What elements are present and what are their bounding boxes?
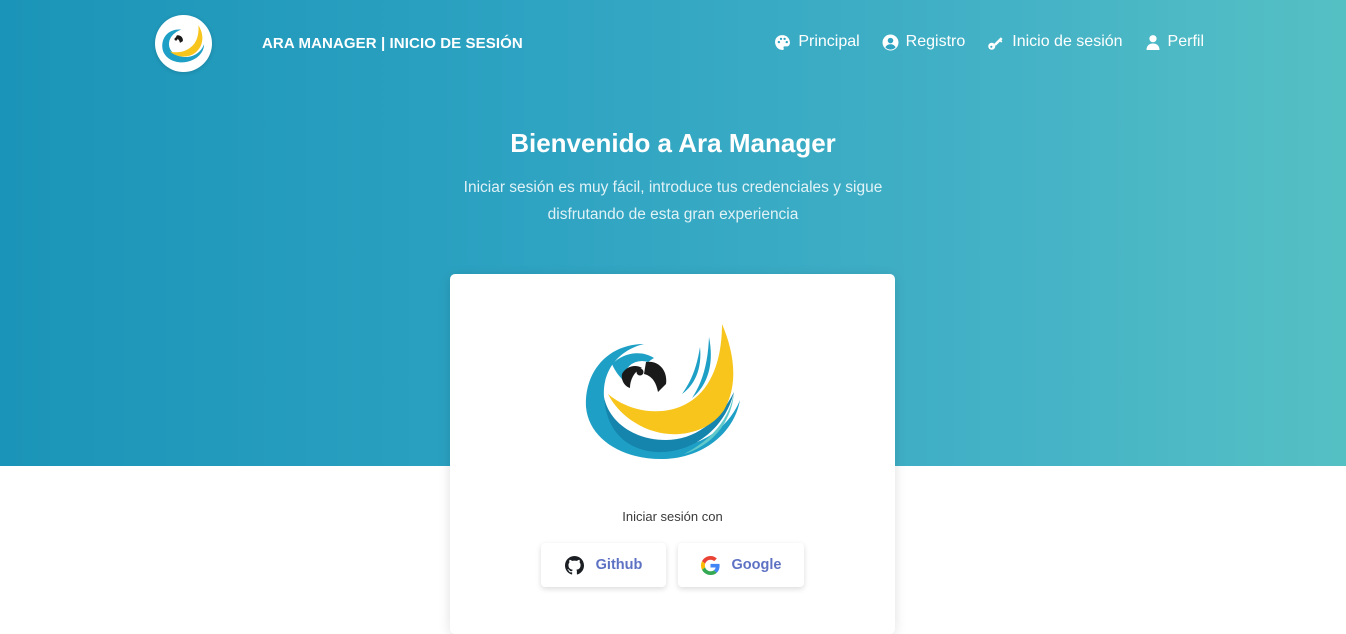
hero-title: Bienvenido a Ara Manager <box>510 128 836 158</box>
user-circle-icon <box>882 34 899 50</box>
nav-label-registro: Registro <box>905 33 966 50</box>
google-icon <box>700 555 720 575</box>
nav-label-perfil: Perfil <box>1167 33 1204 50</box>
login-card: Iniciar sesión con Github Google <box>450 274 895 634</box>
github-login-button[interactable]: Github <box>541 543 666 587</box>
user-icon <box>1146 34 1160 50</box>
brand-title[interactable]: ARA MANAGER | INICIO DE SESIÓN <box>262 35 523 52</box>
github-icon <box>564 555 584 575</box>
login-caption: Iniciar sesión con <box>622 509 723 524</box>
brand-logo[interactable] <box>155 15 212 72</box>
top-navbar: ARA MANAGER | INICIO DE SESIÓN Principal… <box>0 0 1346 88</box>
nav-label-principal: Principal <box>798 33 860 50</box>
nav-item-perfil[interactable]: Perfil <box>1145 33 1204 51</box>
github-button-label: Github <box>595 557 643 573</box>
google-login-button[interactable]: Google <box>678 543 804 587</box>
nav-label-inicio-sesion: Inicio de sesión <box>1012 33 1123 50</box>
nav-links: Principal Registro Inicio de sesión Perf… <box>774 33 1204 51</box>
parrot-logo-icon <box>161 24 204 62</box>
palette-icon <box>775 34 791 50</box>
parrot-logo-icon <box>585 324 740 460</box>
hero-subtitle: Iniciar sesión es muy fácil, introduce t… <box>463 179 883 223</box>
nav-item-registro[interactable]: Registro <box>882 33 966 51</box>
nav-item-principal[interactable]: Principal <box>774 33 860 51</box>
google-button-label: Google <box>731 557 782 573</box>
key-icon <box>988 36 1003 50</box>
nav-item-inicio-sesion[interactable]: Inicio de sesión <box>987 33 1123 51</box>
